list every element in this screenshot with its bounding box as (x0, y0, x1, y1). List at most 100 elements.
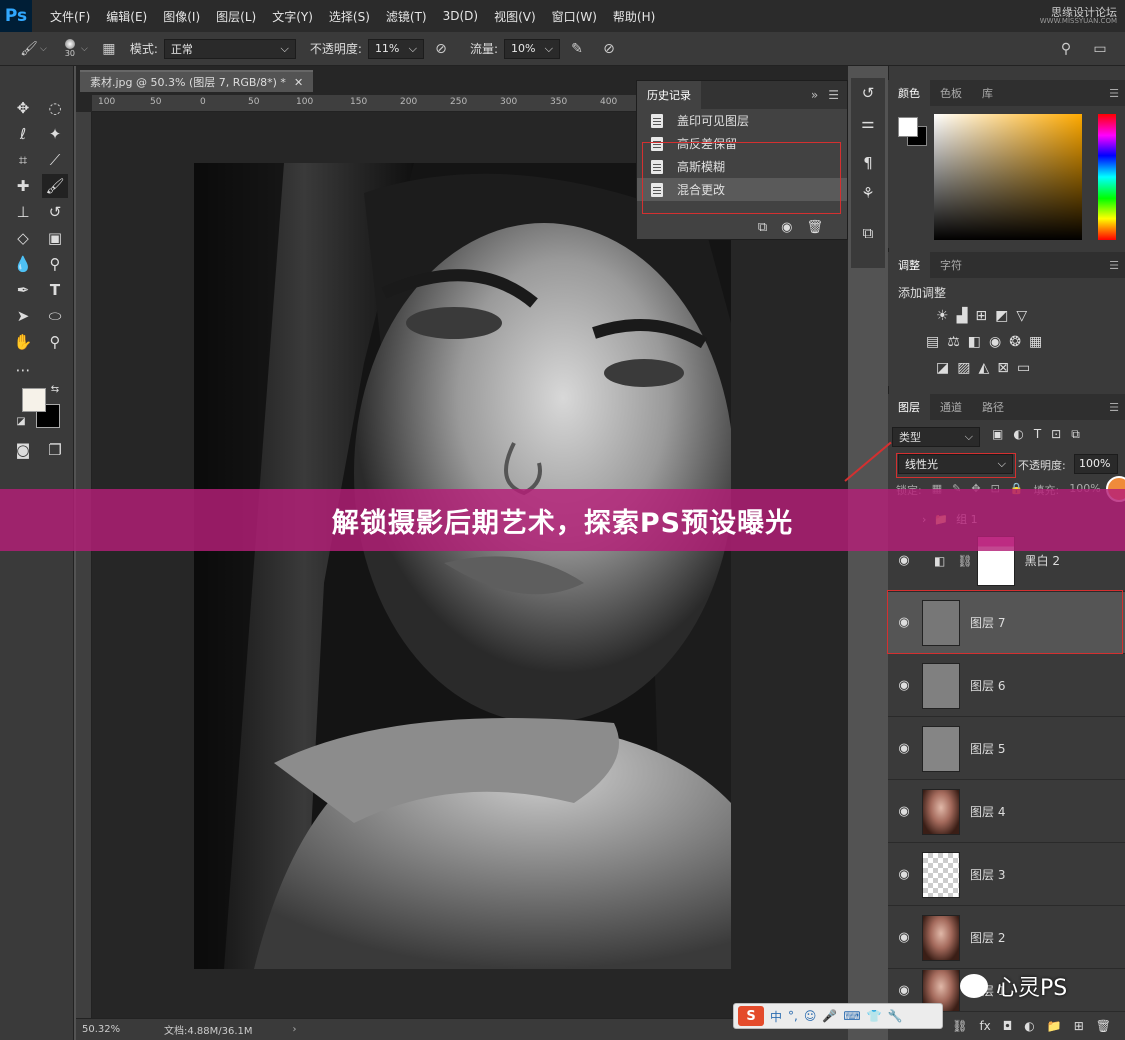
panel-menu-icon[interactable]: ☰ (1109, 87, 1119, 100)
layer-row[interactable]: ◉ 图层 5 (888, 718, 1125, 780)
tab-character[interactable]: 字符 (930, 252, 972, 278)
layer-opacity-input[interactable]: 100% (1074, 454, 1118, 474)
new-group-icon[interactable]: 📁 (1047, 1019, 1062, 1033)
menu-view[interactable]: 视图(V) (494, 8, 536, 25)
chevron-down-icon[interactable]: ⌵ (40, 44, 47, 54)
gradient-tool-icon[interactable]: ▣ (42, 226, 68, 250)
brightness-icon[interactable]: ☀ (936, 308, 949, 324)
selective-color-icon[interactable]: ⊠ (997, 360, 1009, 376)
tab-channels[interactable]: 通道 (930, 394, 972, 420)
microphone-icon[interactable]: 🎤 (822, 1009, 837, 1023)
clone-stamp-icon[interactable]: ⊥ (10, 200, 36, 224)
channel-mixer-icon[interactable]: ❂ (1009, 334, 1021, 350)
blur-tool-icon[interactable]: 💧 (10, 252, 36, 276)
layer-row[interactable]: ◉ 图层 3 (888, 844, 1125, 906)
menu-image[interactable]: 图像(I) (163, 8, 200, 25)
filter-adjustment-icon[interactable]: ◐ (1013, 427, 1023, 442)
eyedropper-tool-icon[interactable]: ⟋ (42, 148, 68, 172)
lasso-tool-icon[interactable]: ℓ (10, 122, 36, 146)
color-picker-field[interactable] (934, 114, 1082, 240)
hand-tool-icon[interactable]: ✋ (10, 330, 36, 354)
document-tab[interactable]: 素材.jpg @ 50.3% (图层 7, RGB/8*) * ✕ (80, 70, 314, 92)
gradient-map-icon[interactable]: ▭ (1017, 360, 1030, 376)
shape-tool-icon[interactable]: ⬭ (42, 304, 68, 328)
zoom-level[interactable]: 50.32% (82, 1024, 152, 1035)
eye-icon[interactable]: ◉ (888, 741, 920, 756)
layer-filter-select[interactable]: 类型 ⌵ (892, 427, 980, 447)
layer-row[interactable]: ◉ 图层 6 (888, 655, 1125, 717)
menu-filter[interactable]: 滤镜(T) (386, 8, 427, 25)
collapse-icon[interactable]: » (811, 88, 818, 102)
brush-tool-icon[interactable]: 🖌 (18, 38, 40, 60)
add-mask-icon[interactable]: ◘ (1003, 1019, 1013, 1033)
keyboard-icon[interactable]: ⌨ (843, 1009, 860, 1023)
ime-language[interactable]: 中 (770, 1008, 782, 1025)
tab-history[interactable]: 历史记录 (637, 81, 701, 109)
panel-menu-icon[interactable]: ☰ (1109, 401, 1119, 414)
color-lookup-icon[interactable]: ▦ (1029, 334, 1042, 350)
marquee-tool-icon[interactable]: ◌ (42, 96, 68, 120)
black-white-icon[interactable]: ◧ (968, 334, 981, 350)
eraser-tool-icon[interactable]: ◇ (10, 226, 36, 250)
foreground-color[interactable] (898, 117, 918, 137)
new-adjustment-icon[interactable]: ◐ (1024, 1019, 1034, 1033)
mode-select[interactable]: 正常 ⌵ (163, 38, 296, 59)
menu-edit[interactable]: 编辑(E) (106, 8, 147, 25)
eye-icon[interactable]: ◉ (888, 867, 920, 882)
pressure-opacity-icon[interactable]: ⊘ (430, 38, 452, 60)
menu-select[interactable]: 选择(S) (329, 8, 370, 25)
properties-icon[interactable]: ⚌ (851, 108, 885, 138)
path-selection-icon[interactable]: ➤ (10, 304, 36, 328)
screen-mode-icon[interactable]: ❐ (42, 438, 68, 462)
new-layer-icon[interactable]: ⊞ (1074, 1019, 1084, 1033)
tab-libraries[interactable]: 库 (972, 80, 1003, 106)
history-panel-icon[interactable]: ↺ (851, 78, 885, 108)
tab-swatches[interactable]: 色板 (930, 80, 972, 106)
magic-wand-icon[interactable]: ✦ (42, 122, 68, 146)
close-icon[interactable]: ✕ (294, 76, 303, 89)
eye-icon[interactable]: ◉ (888, 804, 920, 819)
eye-icon[interactable]: ◉ (888, 553, 920, 568)
tab-adjustments[interactable]: 调整 (888, 252, 930, 278)
link-icon[interactable]: ⛓ (957, 554, 972, 568)
posterize-icon[interactable]: ▨ (957, 360, 970, 376)
eye-icon[interactable]: ◉ (888, 983, 920, 998)
history-item[interactable]: 盖印可见图层 (637, 109, 847, 132)
layer-row[interactable]: ◉ 图层 2 (888, 907, 1125, 969)
canvas-photo[interactable] (194, 163, 731, 969)
tab-paths[interactable]: 路径 (972, 394, 1014, 420)
new-document-from-state-icon[interactable]: ⧉ (758, 220, 767, 235)
foreground-color-swatch[interactable] (22, 388, 46, 412)
tools-icon[interactable]: 🔧 (888, 1009, 903, 1023)
menu-window[interactable]: 窗口(W) (552, 8, 597, 25)
filter-smart-object-icon[interactable]: ⧉ (1071, 427, 1080, 442)
menu-layer[interactable]: 图层(L) (216, 8, 256, 25)
panel-menu-icon[interactable]: ☰ (828, 88, 839, 102)
emoji-icon[interactable]: ☺ (804, 1009, 817, 1023)
punctuation-icon[interactable]: °, (788, 1009, 798, 1023)
crop-tool-icon[interactable]: ⌗ (10, 148, 36, 172)
healing-brush-icon[interactable]: ✚ (10, 174, 36, 198)
layer-row[interactable]: ◉ 图层 4 (888, 781, 1125, 843)
opacity-input[interactable]: 11% ⌵ (367, 38, 424, 59)
threshold-icon[interactable]: ◭ (978, 360, 989, 376)
hue-slider[interactable] (1098, 114, 1116, 240)
chevron-down-icon[interactable]: ⌵ (81, 44, 88, 54)
airbrush-icon[interactable]: ✎ (566, 38, 588, 60)
menu-file[interactable]: 文件(F) (50, 8, 90, 25)
color-balance-icon[interactable]: ⚖ (947, 334, 960, 350)
tab-color[interactable]: 颜色 (888, 80, 930, 106)
pressure-size-icon[interactable]: ⊘ (598, 38, 620, 60)
vibrance-icon[interactable]: ▽ (1016, 308, 1027, 324)
workspace-icon[interactable]: ▭ (1089, 38, 1111, 60)
zoom-tool-icon[interactable]: ⚲ (42, 330, 68, 354)
quick-mask-icon[interactable]: ◙ (10, 438, 36, 462)
history-brush-icon[interactable]: ↺ (42, 200, 68, 224)
move-tool-icon[interactable]: ✥ (10, 96, 36, 120)
brush-panel-icon[interactable]: ▦ (98, 38, 120, 60)
eye-icon[interactable]: ◉ (888, 930, 920, 945)
photo-filter-icon[interactable]: ◉ (989, 334, 1001, 350)
paragraph-icon[interactable]: ¶ (851, 148, 885, 178)
filter-type-icon[interactable]: T (1034, 427, 1041, 442)
search-icon[interactable]: ⚲ (1055, 38, 1077, 60)
